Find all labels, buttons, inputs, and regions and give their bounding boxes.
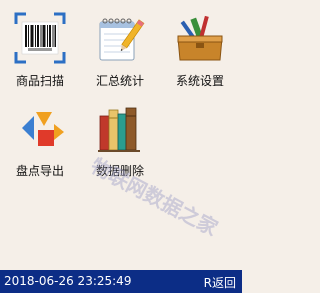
status-bar: 2018-06-26 23:25:49 R返回	[0, 270, 242, 293]
menu-item-inventory-export[interactable]: 盘点导出	[0, 96, 80, 186]
menu-item-label: 数据删除	[95, 164, 144, 178]
menu-item-label: 汇总统计	[95, 74, 144, 88]
books-icon	[94, 102, 146, 154]
menu-item-product-scan[interactable]: 商品扫描	[0, 6, 80, 96]
barcode-scan-icon	[14, 12, 66, 64]
menu-item-label: 系统设置	[175, 74, 224, 88]
back-button[interactable]: R返回	[204, 274, 236, 291]
toolbox-icon	[174, 12, 226, 64]
menu-item-data-delete[interactable]: 数据删除	[80, 96, 160, 186]
menu-item-summary-stats[interactable]: 汇总统计	[80, 6, 160, 96]
menu-item-label: 商品扫描	[15, 74, 64, 88]
status-datetime: 2018-06-26 23:25:49	[4, 274, 132, 288]
notepad-pencil-icon	[94, 12, 146, 64]
menu-item-label: 盘点导出	[15, 164, 64, 178]
menu-item-system-settings[interactable]: 系统设置	[160, 6, 240, 96]
shapes-export-icon	[14, 102, 66, 154]
